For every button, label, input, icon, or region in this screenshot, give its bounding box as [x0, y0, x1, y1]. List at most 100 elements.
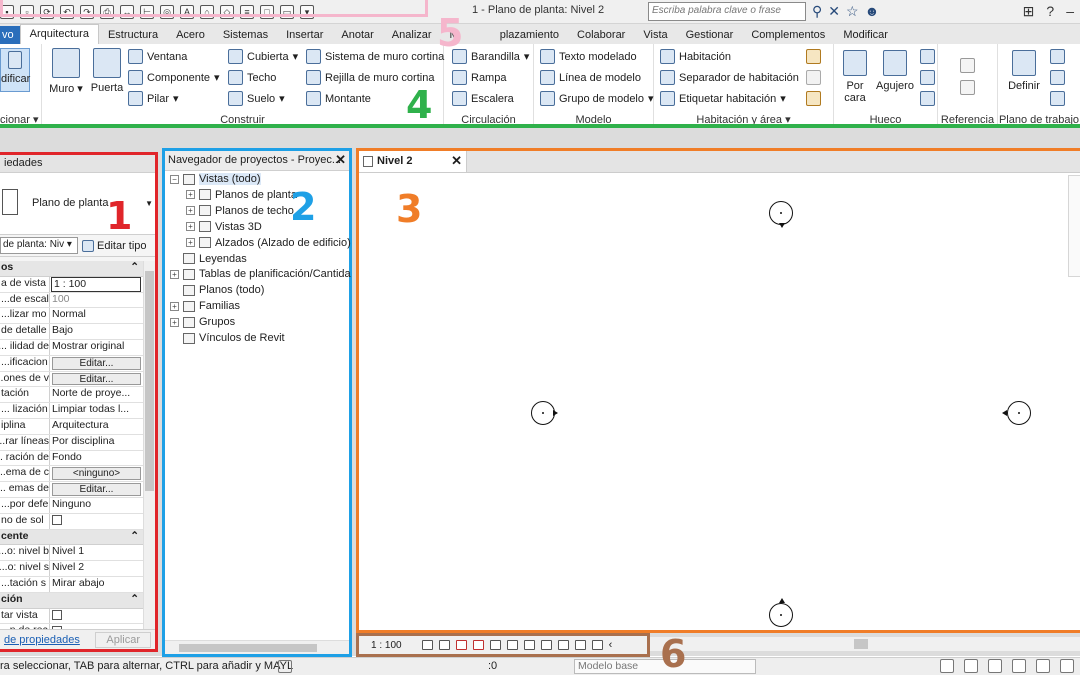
scroll-thumb[interactable] [854, 639, 868, 649]
tab-modificar[interactable]: Modificar [834, 26, 897, 44]
properties-scrollbar[interactable] [143, 261, 155, 631]
grid-icon[interactable] [960, 80, 975, 95]
expand-icon[interactable]: + [186, 222, 195, 232]
model-line-button[interactable]: Línea de modelo [540, 70, 641, 85]
tab-gestionar[interactable]: Gestionar [677, 26, 743, 44]
browser-node[interactable]: Leyendas [170, 253, 247, 265]
ceiling-button[interactable]: Techo [228, 70, 276, 85]
select-links-icon[interactable] [940, 659, 954, 673]
elevation-marker-west[interactable] [531, 401, 558, 425]
edit-type-button[interactable]: Editar tipo [82, 239, 147, 252]
shadows-icon[interactable] [472, 640, 484, 650]
tab-colaborar[interactable]: Colaborar [568, 26, 634, 44]
wall-opening-icon[interactable] [920, 49, 935, 64]
property-value[interactable]: Bajo [50, 324, 143, 339]
browser-node[interactable]: + Tablas de planificación/Cantida [170, 268, 351, 280]
property-value[interactable]: Mostrar original [50, 340, 143, 355]
window-button[interactable]: Ventana [128, 49, 187, 64]
tab-emplazamiento[interactable]: plazamiento [491, 26, 568, 44]
expand-icon[interactable]: + [170, 269, 179, 279]
expand-icon[interactable]: + [170, 317, 179, 327]
property-value[interactable]: Normal [50, 308, 143, 323]
area-boundary-icon[interactable] [806, 70, 821, 85]
tab-vista[interactable]: Vista [634, 26, 676, 44]
tab-analizar[interactable]: Analizar [383, 26, 441, 44]
properties-category[interactable]: ción ⌃ [0, 592, 143, 609]
binoculars-icon[interactable]: ⚲ [812, 3, 822, 19]
tab-acero[interactable]: Acero [167, 26, 214, 44]
tab-anotar[interactable]: Anotar [332, 26, 382, 44]
temp-hide-icon[interactable] [540, 640, 552, 650]
elevation-marker-east[interactable] [1002, 401, 1031, 425]
ramp-button[interactable]: Rampa [452, 70, 506, 85]
apply-button[interactable]: Aplicar [95, 631, 151, 648]
cart-icon[interactable]: ⊞ [1023, 3, 1035, 19]
properties-category[interactable]: os ⌃ [0, 261, 143, 277]
shaft-button[interactable]: Agujero [874, 50, 916, 92]
tab-insertar[interactable]: Insertar [277, 26, 332, 44]
view-scale[interactable]: 1 : 100 [371, 640, 402, 651]
property-value[interactable]: Limpiar todas l... [50, 403, 143, 418]
model-text-button[interactable]: Texto modelado [540, 49, 637, 64]
expand-icon[interactable]: + [170, 301, 179, 311]
property-value[interactable]: Arquitectura [50, 419, 143, 434]
expand-icon[interactable]: + [186, 238, 195, 248]
browser-node[interactable]: + Vistas 3D [186, 221, 262, 233]
property-value[interactable]: Ninguno [50, 498, 143, 513]
property-edit-button[interactable]: Editar... [52, 356, 141, 370]
area-icon[interactable] [806, 49, 821, 64]
detail-level-icon[interactable] [421, 640, 433, 650]
scroll-thumb[interactable] [179, 644, 317, 652]
visual-style-icon[interactable] [438, 640, 450, 650]
elevation-marker-north[interactable] [769, 201, 793, 228]
property-value[interactable]: Fondo [50, 451, 143, 466]
chevron-up-icon[interactable]: ⌃ [130, 530, 139, 542]
sun-path-icon[interactable] [455, 640, 467, 650]
stair-button[interactable]: Escalera [452, 91, 514, 106]
vertical-opening-icon[interactable] [920, 70, 935, 85]
browser-node[interactable]: + Familias [170, 300, 240, 312]
browser-node[interactable]: Vínculos de Revit [170, 332, 285, 344]
browser-node[interactable]: + Planos de planta [186, 189, 297, 201]
scroll-thumb[interactable] [145, 271, 154, 491]
tab-file[interactable]: vo [0, 26, 20, 44]
reveal-hidden-icon[interactable] [557, 640, 569, 650]
minimize-icon[interactable]: – [1066, 3, 1074, 19]
property-value[interactable]: Por disciplina [50, 435, 143, 450]
room-button[interactable]: Habitación [660, 49, 731, 64]
favorites-star-icon[interactable]: ☆ [846, 3, 859, 19]
tab-sistemas[interactable]: Sistemas [214, 26, 277, 44]
elevation-marker-south[interactable] [769, 598, 793, 627]
close-icon[interactable]: ✕ [335, 152, 346, 168]
property-value[interactable]: Norte de proye... [50, 387, 143, 402]
filter-icon[interactable] [1060, 659, 1074, 673]
instance-filter-select[interactable]: de planta: Niv ▾ [0, 237, 78, 254]
browser-node[interactable]: + Alzados (Alzado de edificio) [186, 237, 351, 249]
collapse-icon[interactable]: − [170, 174, 179, 184]
temp-view-props-icon[interactable] [574, 640, 586, 650]
tag-room-button[interactable]: Etiquetar habitación ▾ [660, 91, 786, 106]
tag-area-icon[interactable] [806, 91, 821, 106]
tab-estructura[interactable]: Estructura [99, 26, 167, 44]
search-input[interactable]: Escriba palabra clave o frase [648, 2, 806, 21]
door-button[interactable]: Puerta [90, 48, 124, 94]
dormer-opening-icon[interactable] [920, 91, 935, 106]
show-workplane-icon[interactable] [1050, 49, 1065, 64]
select-by-face-icon[interactable] [1012, 659, 1026, 673]
by-face-button[interactable]: Por cara [840, 50, 870, 104]
unlock-3d-icon[interactable] [523, 640, 535, 650]
worksets-icon[interactable] [278, 660, 292, 673]
drag-elements-icon[interactable] [1036, 659, 1050, 673]
ref-plane-icon[interactable] [1050, 70, 1065, 85]
drawing-area[interactable]: Nivel 2 ✕ [356, 148, 1080, 633]
analytical-model-icon[interactable] [591, 640, 603, 650]
mullion-button[interactable]: Montante [306, 91, 371, 106]
room-separator-button[interactable]: Separador de habitación [660, 70, 799, 85]
property-edit-button[interactable]: <ninguno> [52, 467, 141, 481]
help-icon[interactable]: ? [1046, 3, 1054, 19]
user-icon[interactable]: ☻ [865, 3, 880, 19]
property-value[interactable] [50, 609, 143, 624]
model-group-button[interactable]: Grupo de modelo ▾ [540, 91, 654, 106]
curtain-system-button[interactable]: Sistema de muro cortina [306, 49, 444, 64]
tab-arquitectura[interactable]: Arquitectura [19, 24, 99, 44]
